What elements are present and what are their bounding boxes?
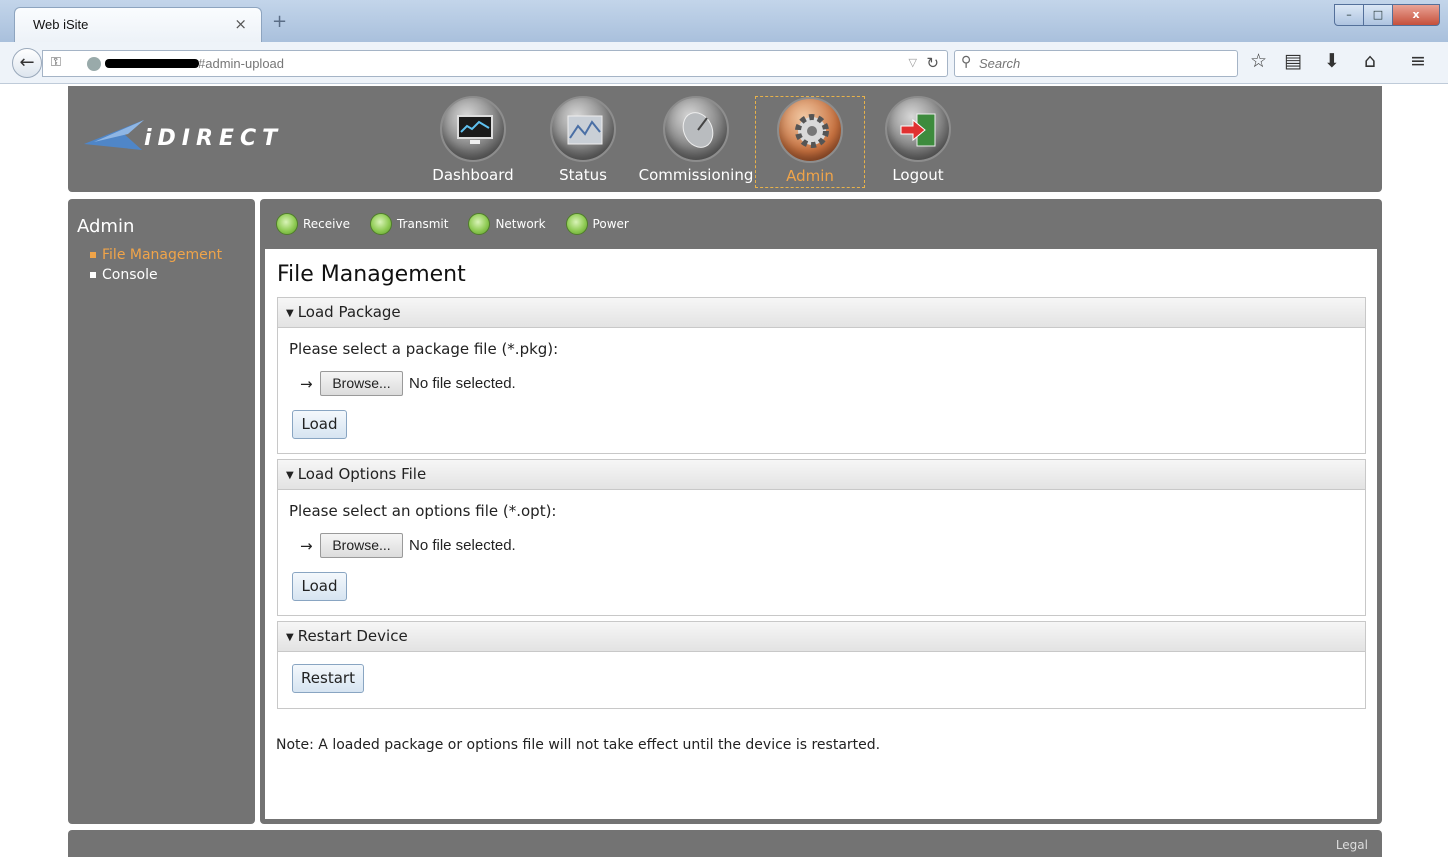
sidebar-item-file-management[interactable]: File Management xyxy=(90,245,222,265)
nav-logout[interactable]: Logout xyxy=(858,96,978,188)
bullet-icon xyxy=(90,252,96,258)
url-text[interactable]: #admin-upload xyxy=(198,56,284,71)
nav-commissioning[interactable]: Commissioning xyxy=(636,96,756,188)
search-icon: ⚲ xyxy=(961,54,972,70)
nav-commissioning-label: Commissioning xyxy=(638,166,754,184)
status-label: Power xyxy=(592,217,629,231)
caret-down-icon: ▼ xyxy=(286,632,294,643)
sidebar-list: File Management Console xyxy=(90,245,222,285)
back-arrow-icon: ← xyxy=(19,52,35,73)
load-options-header[interactable]: ▼ Load Options File xyxy=(278,460,1365,490)
footer: Legal xyxy=(68,830,1382,857)
new-tab-icon[interactable]: + xyxy=(272,11,287,32)
status-bar: Receive Transmit Network Power xyxy=(276,213,649,235)
status-power: Power xyxy=(565,213,629,235)
options-prompt: Please select an options file (*.opt): xyxy=(289,502,557,520)
home-icon[interactable]: ⌂ xyxy=(1364,50,1376,72)
site-identity-icon[interactable]: ⚿ xyxy=(51,55,61,70)
tab-title: Web iSite xyxy=(33,17,89,32)
restart-header[interactable]: ▼ Restart Device xyxy=(278,622,1365,652)
section-header-label: Restart Device xyxy=(297,627,408,645)
sidebar: Admin File Management Console xyxy=(68,199,255,824)
options-file-status: No file selected. xyxy=(409,537,516,554)
package-file-status: No file selected. xyxy=(409,375,516,392)
load-options-button[interactable]: Load xyxy=(292,572,347,601)
search-input[interactable] xyxy=(979,53,1229,73)
satellite-dish-icon xyxy=(663,96,729,162)
browser-nav-bar: ← ⚿ #admin-upload ▽ ↻ ⚲ ☆ ▤ ⬇ ⌂ ≡ xyxy=(0,42,1448,84)
options-browse-button[interactable]: Browse... xyxy=(320,533,403,558)
status-led-icon xyxy=(276,213,298,235)
globe-icon xyxy=(87,57,101,71)
maximize-button[interactable]: □ xyxy=(1363,4,1393,26)
package-browse-button[interactable]: Browse... xyxy=(320,371,403,396)
minimize-button[interactable]: – xyxy=(1334,4,1364,26)
reload-icon[interactable]: ↻ xyxy=(926,54,939,72)
restart-note: Note: A loaded package or options file w… xyxy=(276,737,881,753)
sidebar-item-console[interactable]: Console xyxy=(90,265,222,285)
status-receive: Receive xyxy=(276,213,350,235)
status-label: Network xyxy=(495,217,546,231)
caret-down-icon: ▼ xyxy=(286,308,294,319)
load-package-button[interactable]: Load xyxy=(292,410,347,439)
logo-text: iDIRECT xyxy=(144,126,284,151)
status-label: Receive xyxy=(303,217,350,231)
load-options-section: ▼ Load Options File Please select an opti… xyxy=(277,459,1366,616)
idirect-logo: iDIRECT xyxy=(84,120,277,160)
search-bar[interactable]: ⚲ xyxy=(954,50,1238,77)
url-bar[interactable]: ⚿ #admin-upload ▽ ↻ xyxy=(42,50,948,77)
window-controls: – □ x xyxy=(1334,4,1440,26)
main-panel: Receive Transmit Network Power File Mana… xyxy=(260,199,1382,824)
legal-link[interactable]: Legal xyxy=(1336,838,1368,852)
status-network: Network xyxy=(468,213,546,235)
page-title: File Management xyxy=(277,262,466,287)
nav-status[interactable]: Status xyxy=(523,96,643,188)
browser-title-bar: Web iSite × + – □ x xyxy=(0,0,1448,42)
back-button[interactable]: ← xyxy=(12,48,42,78)
logo-swoosh-icon xyxy=(84,120,144,150)
nav-dashboard-label: Dashboard xyxy=(432,166,514,184)
menu-icon[interactable]: ≡ xyxy=(1410,50,1426,72)
status-led-icon xyxy=(468,213,491,235)
status-label: Transmit xyxy=(396,217,449,231)
load-package-header[interactable]: ▼ Load Package xyxy=(278,298,1365,328)
chart-icon xyxy=(550,96,616,162)
restart-section: ▼ Restart Device Restart xyxy=(277,621,1366,709)
reading-list-icon[interactable]: ▤ xyxy=(1284,50,1302,72)
section-header-label: Load Options File xyxy=(297,465,427,483)
content-area: File Management ▼ Load Package Please sel… xyxy=(265,249,1377,819)
site-header: iDIRECT Dashboard Status Commissioning A… xyxy=(68,86,1382,192)
url-dropdown-icon[interactable]: ▽ xyxy=(909,56,917,69)
exit-door-icon xyxy=(885,96,951,162)
url-redacted-host xyxy=(105,59,199,68)
monitor-icon xyxy=(440,96,506,162)
downloads-icon[interactable]: ⬇ xyxy=(1324,50,1340,72)
close-window-button[interactable]: x xyxy=(1392,4,1440,26)
tab-close-icon[interactable]: × xyxy=(234,15,247,33)
status-led-icon xyxy=(565,213,588,235)
nav-logout-label: Logout xyxy=(892,166,944,184)
status-led-icon xyxy=(369,213,392,235)
status-transmit: Transmit xyxy=(369,213,449,235)
nav-dashboard[interactable]: Dashboard xyxy=(413,96,533,188)
load-package-section: ▼ Load Package Please select a package fi… xyxy=(277,297,1366,454)
package-prompt: Please select a package file (*.pkg): xyxy=(289,340,559,358)
bullet-icon xyxy=(90,272,96,278)
gear-icon xyxy=(777,97,843,163)
nav-status-label: Status xyxy=(559,166,607,184)
sidebar-item-label: File Management xyxy=(102,247,223,263)
bookmark-star-icon[interactable]: ☆ xyxy=(1250,50,1267,72)
restart-button[interactable]: Restart xyxy=(292,664,364,693)
caret-down-icon: ▼ xyxy=(286,470,294,481)
sidebar-item-label: Console xyxy=(102,267,158,283)
nav-admin-label: Admin xyxy=(786,167,834,185)
arrow-icon: → xyxy=(300,375,313,393)
browser-tab[interactable]: Web iSite × xyxy=(14,7,262,42)
arrow-icon: → xyxy=(300,537,313,555)
section-header-label: Load Package xyxy=(297,303,401,321)
sidebar-title: Admin xyxy=(77,216,135,237)
nav-admin[interactable]: Admin xyxy=(755,96,865,188)
